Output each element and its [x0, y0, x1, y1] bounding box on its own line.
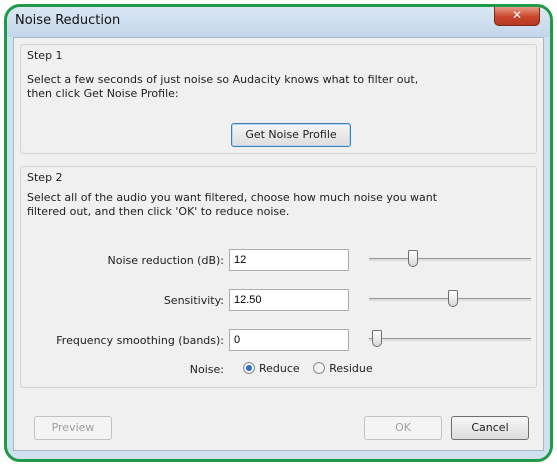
step1-instructions: Select a few seconds of just noise so Au… [27, 73, 476, 101]
noise-reduction-slider[interactable] [369, 248, 531, 270]
radio-residue[interactable]: Residue [313, 362, 373, 375]
window-title: Noise Reduction [15, 13, 121, 28]
sensitivity-label: Sensitivity: [163, 294, 224, 307]
noise-mode-radios: Reduce Residue [243, 362, 383, 375]
sensitivity-slider[interactable] [369, 288, 531, 310]
dialog-window: Noise Reduction ✕ Step 1 Select a few se… [4, 4, 553, 462]
radio-residue-indicator [313, 362, 326, 374]
step2-line1: Select all of the audio you want filtere… [27, 191, 438, 204]
step1-line2: then click Get Noise Profile: [27, 87, 179, 100]
step1-group: Step 1 Select a few seconds of just nois… [20, 44, 537, 154]
ok-button[interactable]: OK [364, 416, 442, 440]
noise-reduction-thumb[interactable] [407, 250, 418, 267]
noise-reduction-track [369, 258, 531, 261]
frequency-smoothing-label: Frequency smoothing (bands): [56, 334, 224, 347]
step2-instructions: Select all of the audio you want filtere… [27, 191, 476, 219]
frequency-smoothing-track [369, 338, 531, 341]
radio-reduce[interactable]: Reduce [243, 362, 300, 375]
step2-group: Step 2 Select all of the audio you want … [20, 166, 537, 388]
preview-button[interactable]: Preview [34, 416, 112, 440]
dialog-body: Step 1 Select a few seconds of just nois… [13, 37, 544, 451]
step2-line2: filtered out, and then click 'OK' to red… [27, 205, 290, 218]
radio-reduce-indicator [243, 362, 255, 374]
sensitivity-input[interactable] [229, 289, 349, 311]
get-noise-profile-button[interactable]: Get Noise Profile [231, 123, 351, 147]
step1-line1: Select a few seconds of just noise so Au… [27, 73, 419, 86]
radio-reduce-label: Reduce [259, 362, 300, 375]
sensitivity-thumb[interactable] [448, 290, 459, 307]
cancel-button[interactable]: Cancel [451, 416, 529, 440]
close-icon: ✕ [511, 8, 523, 22]
title-bar[interactable]: Noise Reduction ✕ [7, 7, 550, 37]
frequency-smoothing-thumb[interactable] [372, 330, 383, 347]
frequency-smoothing-slider[interactable] [369, 328, 531, 350]
close-button[interactable]: ✕ [494, 7, 540, 26]
step2-heading: Step 2 [27, 171, 63, 184]
noise-reduction-label: Noise reduction (dB): [107, 254, 224, 267]
step1-heading: Step 1 [27, 49, 63, 62]
noise-reduction-input[interactable] [229, 249, 349, 271]
frequency-smoothing-input[interactable] [229, 329, 349, 351]
noise-label: Noise: [189, 363, 224, 376]
radio-residue-label: Residue [329, 362, 373, 375]
